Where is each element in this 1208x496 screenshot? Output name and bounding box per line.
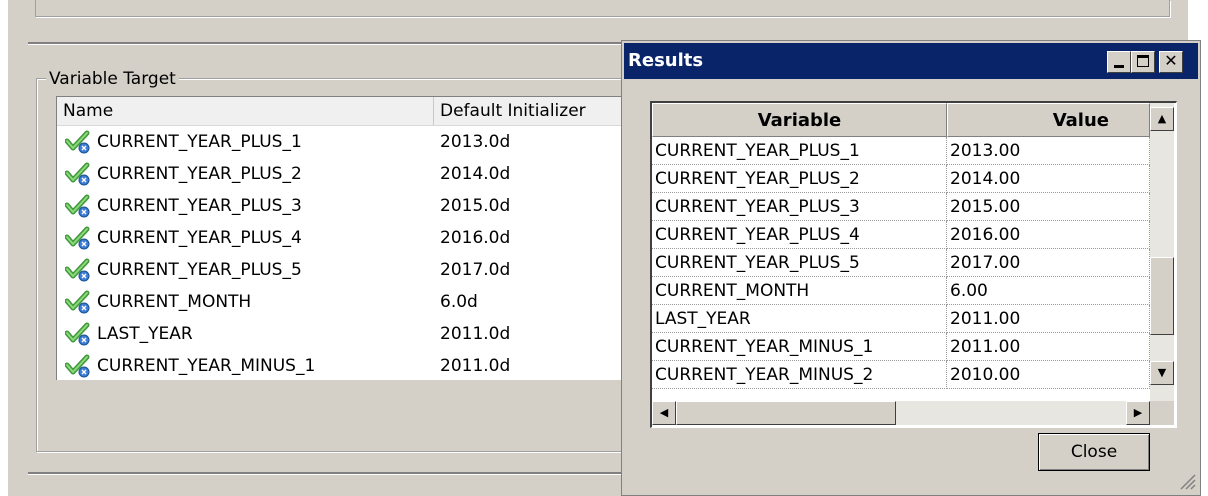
variable-name: CURRENT_YEAR_PLUS_3 (97, 196, 302, 216)
variable-check-icon (65, 194, 90, 218)
variable-check-icon (65, 130, 90, 154)
variable-cell[interactable]: CURRENT_YEAR_PLUS_3 (652, 193, 947, 221)
table-row[interactable]: CURRENT_YEAR_MINUS_2 2010.00 (652, 361, 1150, 389)
arrow-up-icon: ▲ (1157, 112, 1167, 125)
minimize-button[interactable] (1107, 51, 1131, 73)
scroll-left-button[interactable]: ◀ (652, 401, 676, 425)
variable-name: CURRENT_YEAR_PLUS_4 (97, 228, 302, 248)
value-cell[interactable]: 2010.00 (947, 361, 1150, 389)
variable-cell[interactable]: CURRENT_YEAR_PLUS_2 (652, 165, 947, 193)
default-initializer: 2011.0d (440, 324, 511, 344)
arrow-right-icon: ▶ (1133, 406, 1143, 419)
value-cell[interactable]: 2013.00 (947, 137, 1150, 165)
variable-cell[interactable]: CURRENT_YEAR_MINUS_2 (652, 361, 947, 389)
close-window-button[interactable]: ✕ (1159, 51, 1183, 73)
list-item[interactable]: LAST_YEAR 2011.0d (57, 319, 636, 351)
results-title: Results (628, 50, 704, 71)
table-row[interactable]: CURRENT_YEAR_PLUS_2 2014.00 (652, 165, 1150, 193)
column-header-default-initializer[interactable]: Default Initializer (434, 97, 636, 125)
variable-name: CURRENT_YEAR_MINUS_1 (97, 356, 316, 376)
horizontal-scrollbar[interactable]: ◀ ▶ (652, 401, 1150, 425)
value-cell[interactable]: 2011.00 (947, 305, 1150, 333)
column-header-name[interactable]: Name (57, 97, 434, 125)
vertical-scroll-thumb[interactable] (1150, 257, 1174, 335)
table-row[interactable]: CURRENT_YEAR_PLUS_1 2013.00 (652, 137, 1150, 165)
vertical-scrollbar[interactable]: ▲ ▼ (1150, 103, 1174, 401)
separator-bottom (28, 472, 628, 475)
list-item[interactable]: CURRENT_YEAR_PLUS_4 2016.0d (57, 223, 636, 255)
variable-name: CURRENT_YEAR_PLUS_2 (97, 164, 302, 184)
maximize-button[interactable] (1131, 51, 1155, 73)
list-item[interactable]: CURRENT_YEAR_PLUS_2 2014.0d (57, 159, 636, 191)
results-grid-header: Variable Value (652, 103, 1152, 137)
default-initializer: 2015.0d (440, 196, 511, 216)
list-item[interactable]: CURRENT_YEAR_PLUS_1 2013.0d (57, 127, 636, 159)
horizontal-scroll-thumb[interactable] (676, 401, 896, 425)
close-icon: ✕ (1164, 51, 1178, 70)
arrow-down-icon: ▼ (1157, 366, 1167, 379)
column-header-variable[interactable]: Variable (652, 103, 947, 137)
scrollbar-corner (1150, 401, 1174, 425)
default-initializer: 2016.0d (440, 228, 511, 248)
default-initializer: 6.0d (440, 292, 478, 312)
value-cell[interactable]: 2016.00 (947, 221, 1150, 249)
variable-name: CURRENT_MONTH (97, 292, 252, 312)
default-initializer: 2014.0d (440, 164, 511, 184)
arrow-left-icon: ◀ (659, 406, 669, 419)
variable-cell[interactable]: CURRENT_MONTH (652, 277, 947, 305)
default-initializer: 2011.0d (440, 356, 511, 376)
list-item[interactable]: CURRENT_YEAR_MINUS_1 2011.0d (57, 351, 636, 380)
value-cell[interactable]: 2017.00 (947, 249, 1150, 277)
default-initializer: 2013.0d (440, 132, 511, 152)
table-row[interactable]: CURRENT_YEAR_PLUS_3 2015.00 (652, 193, 1150, 221)
variable-cell[interactable]: CURRENT_YEAR_PLUS_5 (652, 249, 947, 277)
separator-top (28, 42, 628, 45)
list-item[interactable]: CURRENT_MONTH 6.0d (57, 287, 636, 319)
variable-cell[interactable]: CURRENT_YEAR_MINUS_1 (652, 333, 947, 361)
value-cell[interactable]: 2015.00 (947, 193, 1150, 221)
default-initializer: 2017.0d (440, 260, 511, 280)
variable-check-icon (65, 162, 90, 186)
variable-name: LAST_YEAR (97, 324, 193, 344)
variable-target-header: Name Default Initializer (57, 97, 636, 126)
column-header-value[interactable]: Value (947, 103, 1150, 137)
table-row[interactable]: CURRENT_YEAR_PLUS_4 2016.00 (652, 221, 1150, 249)
variable-cell[interactable]: CURRENT_YEAR_PLUS_4 (652, 221, 947, 249)
scroll-right-button[interactable]: ▶ (1126, 401, 1150, 425)
results-grid[interactable]: Variable Value CURRENT_YEAR_PLUS_1 2013.0… (650, 101, 1177, 428)
top-group-frame (35, 0, 1170, 17)
table-row[interactable]: CURRENT_YEAR_PLUS_5 2017.00 (652, 249, 1150, 277)
variable-cell[interactable]: LAST_YEAR (652, 305, 947, 333)
variable-name: CURRENT_YEAR_PLUS_1 (97, 132, 302, 152)
results-window: Results ✕ Variable Value CURRENT_YEAR_PL… (621, 40, 1201, 496)
value-cell[interactable]: 2011.00 (947, 333, 1150, 361)
scroll-down-button[interactable]: ▼ (1150, 361, 1174, 385)
table-row[interactable]: CURRENT_YEAR_MINUS_1 2011.00 (652, 333, 1150, 361)
value-cell[interactable]: 2014.00 (947, 165, 1150, 193)
resize-grip-icon[interactable] (1177, 471, 1197, 491)
table-row[interactable]: CURRENT_MONTH 6.00 (652, 277, 1150, 305)
scroll-up-button[interactable]: ▲ (1150, 107, 1174, 131)
variable-check-icon (65, 322, 90, 346)
variable-check-icon (65, 354, 90, 378)
variable-target-title: Variable Target (46, 68, 179, 90)
variable-name: CURRENT_YEAR_PLUS_5 (97, 260, 302, 280)
value-cell[interactable]: 6.00 (947, 277, 1150, 305)
list-item[interactable]: CURRENT_YEAR_PLUS_3 2015.0d (57, 191, 636, 223)
variable-cell[interactable]: CURRENT_YEAR_PLUS_1 (652, 137, 947, 165)
close-button[interactable]: Close (1038, 433, 1150, 471)
results-title-bar[interactable]: Results ✕ (624, 43, 1198, 79)
variable-check-icon (65, 258, 90, 282)
variable-check-icon (65, 290, 90, 314)
list-item[interactable]: CURRENT_YEAR_PLUS_5 2017.0d (57, 255, 636, 287)
variable-check-icon (65, 226, 90, 250)
table-row[interactable]: LAST_YEAR 2011.00 (652, 305, 1150, 333)
variable-target-list[interactable]: Name Default Initializer CURRENT_YEAR_PL… (56, 96, 636, 380)
